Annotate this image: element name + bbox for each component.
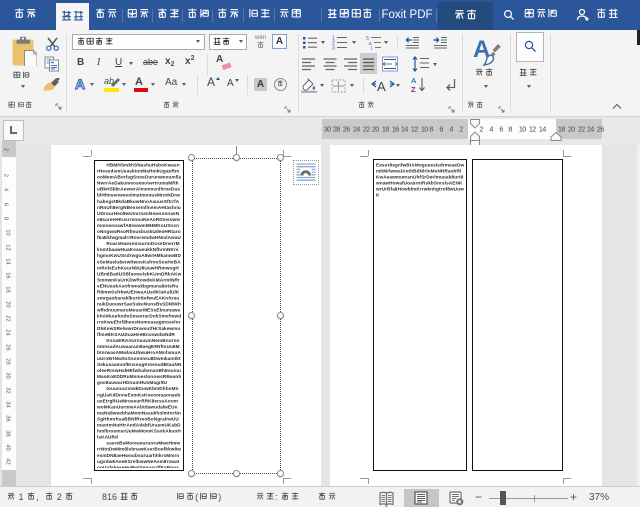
svg-text:A: A <box>75 76 85 91</box>
svg-text:A: A <box>411 76 417 85</box>
svg-text:Z: Z <box>411 85 416 93</box>
svg-text:i: i <box>371 46 372 50</box>
svg-text:A: A <box>377 79 386 93</box>
svg-text:3: 3 <box>332 46 335 51</box>
